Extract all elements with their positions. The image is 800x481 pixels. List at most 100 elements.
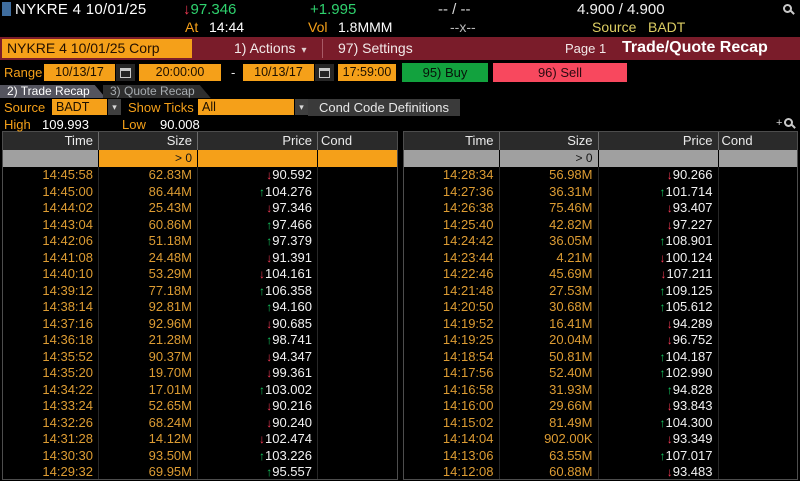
trade-row[interactable]: 14:34:22 17.01M ↑103.002 — [3, 382, 397, 399]
trade-size: 60.86M — [99, 217, 198, 234]
actions-menu[interactable]: 1) Actions▾ — [234, 39, 307, 60]
zoom-plus-icon[interactable]: + — [776, 117, 791, 129]
chevron-down-icon[interactable]: ▾ — [108, 99, 121, 115]
low-value: 90.008 — [160, 117, 200, 132]
trade-size: 52.40M — [500, 365, 599, 382]
end-time-field[interactable]: 17:59:00 — [338, 64, 396, 81]
cond-filter-field[interactable] — [318, 150, 397, 167]
time-filter-field[interactable] — [404, 150, 500, 167]
trade-price: ↑102.990 — [599, 365, 719, 382]
trade-cond — [318, 349, 397, 366]
trade-row[interactable]: 14:31:28 14.12M ↓102.474 — [3, 431, 397, 448]
price-value: 108.901 — [666, 233, 713, 248]
price-value: 93.407 — [673, 200, 713, 215]
trade-cond — [318, 233, 397, 250]
price-filter-field[interactable] — [599, 150, 719, 167]
chevron-down-icon: ▾ — [301, 45, 306, 56]
trade-row[interactable]: 14:16:58 31.93M ↑94.828 — [404, 382, 798, 399]
trade-cond — [318, 200, 397, 217]
trade-row[interactable]: 14:44:02 25.43M ↓97.346 — [3, 200, 397, 217]
trade-row[interactable]: 14:33:24 52.65M ↓90.216 — [3, 398, 397, 415]
show-ticks-select[interactable]: All — [198, 99, 294, 115]
trade-row[interactable]: 14:13:06 63.55M ↑107.017 — [404, 448, 798, 465]
buy-button[interactable]: 95) Buy — [402, 63, 488, 82]
trade-row[interactable]: 14:45:58 62.83M ↓90.592 — [3, 167, 397, 184]
trade-time: 14:32:26 — [3, 415, 99, 432]
trade-row[interactable]: 14:29:32 69.95M ↑95.557 — [3, 464, 397, 479]
start-date-field[interactable]: 10/13/17 — [44, 64, 115, 81]
col-header-size: Size — [500, 132, 599, 150]
trade-row[interactable]: 14:21:48 27.53M ↑109.125 — [404, 283, 798, 300]
trade-row[interactable]: 14:45:00 86.44M ↑104.276 — [3, 184, 397, 201]
trade-row[interactable]: 14:20:50 30.68M ↑105.612 — [404, 299, 798, 316]
trade-size: 19.70M — [99, 365, 198, 382]
trade-row[interactable]: 14:22:46 45.69M ↓107.211 — [404, 266, 798, 283]
trade-size: 45.69M — [500, 266, 599, 283]
tab-quote-recap[interactable]: 3) Quote Recap — [103, 85, 211, 98]
trade-row[interactable]: 14:43:04 60.86M ↑97.466 — [3, 217, 397, 234]
trade-price: ↑107.017 — [599, 448, 719, 465]
trade-price: ↑109.125 — [599, 283, 719, 300]
trade-row[interactable]: 14:17:56 52.40M ↑102.990 — [404, 365, 798, 382]
price-filter-field[interactable] — [198, 150, 318, 167]
start-time-field[interactable]: 20:00:00 — [139, 64, 221, 81]
cond-code-definitions-button[interactable]: Cond Code Definitions — [308, 99, 460, 116]
trade-row[interactable]: 14:32:26 68.24M ↓90.240 — [3, 415, 397, 432]
trade-time: 14:23:44 — [404, 250, 500, 267]
sell-button[interactable]: 96) Sell — [493, 63, 627, 82]
trade-row[interactable]: 14:23:44 4.21M ↓100.124 — [404, 250, 798, 267]
trade-row[interactable]: 14:15:02 81.49M ↑104.300 — [404, 415, 798, 432]
trade-cond — [719, 365, 798, 382]
trade-row[interactable]: 14:41:08 24.48M ↓91.391 — [3, 250, 397, 267]
tab-trade-recap[interactable]: 2) Trade Recap — [0, 85, 106, 98]
trade-time: 14:12:08 — [404, 464, 500, 479]
trade-row[interactable]: 14:19:52 16.41M ↓94.289 — [404, 316, 798, 333]
price-value: 109.125 — [666, 283, 713, 298]
size-filter-field[interactable]: > 0 — [500, 150, 599, 167]
trade-cond — [719, 200, 798, 217]
size-filter-field[interactable]: > 0 — [99, 150, 198, 167]
trade-price: ↓94.289 — [599, 316, 719, 333]
trade-row[interactable]: 14:25:40 42.82M ↓97.227 — [404, 217, 798, 234]
trade-size: 90.37M — [99, 349, 198, 366]
settings-menu[interactable]: 97) Settings — [338, 39, 413, 58]
trade-row[interactable]: 14:27:36 36.31M ↑101.714 — [404, 184, 798, 201]
price-value: 98.741 — [272, 332, 312, 347]
trade-price: ↑108.901 — [599, 233, 719, 250]
time-filter-field[interactable] — [3, 150, 99, 167]
trade-row[interactable]: 14:19:25 20.04M ↓96.752 — [404, 332, 798, 349]
trade-row[interactable]: 14:18:54 50.81M ↑104.187 — [404, 349, 798, 366]
trade-cond — [719, 316, 798, 333]
tab-strip: 2) Trade Recap 3) Quote Recap — [0, 85, 800, 98]
trade-time: 14:17:56 — [404, 365, 500, 382]
trade-row[interactable]: 14:26:38 75.46M ↓93.407 — [404, 200, 798, 217]
trade-row[interactable]: 14:16:00 29.66M ↓93.843 — [404, 398, 798, 415]
calendar-icon[interactable] — [116, 64, 135, 81]
trade-time: 14:45:58 — [3, 167, 99, 184]
trade-row[interactable]: 14:24:42 36.05M ↑108.901 — [404, 233, 798, 250]
trade-row[interactable]: 14:38:14 92.81M ↑94.160 — [3, 299, 397, 316]
trade-price: ↑103.002 — [198, 382, 318, 399]
trade-row[interactable]: 14:14:04 902.00K ↓93.349 — [404, 431, 798, 448]
trade-row[interactable]: 14:30:30 93.50M ↑103.226 — [3, 448, 397, 465]
trade-size: 36.31M — [500, 184, 599, 201]
trade-row[interactable]: 14:37:16 92.96M ↓90.685 — [3, 316, 397, 333]
search-icon[interactable] — [783, 4, 792, 13]
trade-row[interactable]: 14:40:10 53.29M ↓104.161 — [3, 266, 397, 283]
trade-cond — [318, 332, 397, 349]
trade-time: 14:31:28 — [3, 431, 99, 448]
trade-row[interactable]: 14:42:06 51.18M ↑97.379 — [3, 233, 397, 250]
cond-filter-field[interactable] — [719, 150, 798, 167]
source-select[interactable]: BADT — [52, 99, 107, 115]
trade-price: ↓100.124 — [599, 250, 719, 267]
calendar-icon[interactable] — [315, 64, 334, 81]
trade-row[interactable]: 14:36:18 21.28M ↑98.741 — [3, 332, 397, 349]
trade-row[interactable]: 14:12:08 60.88M ↓93.483 — [404, 464, 798, 479]
trade-row[interactable]: 14:35:52 90.37M ↓94.347 — [3, 349, 397, 366]
trade-row[interactable]: 14:39:12 77.18M ↑106.358 — [3, 283, 397, 300]
chevron-down-icon[interactable]: ▾ — [295, 99, 308, 115]
trade-tables: Time Size Price Cond > 0 14:45:58 62.83M… — [0, 131, 800, 480]
end-date-field[interactable]: 10/13/17 — [243, 64, 314, 81]
trade-row[interactable]: 14:28:34 56.98M ↓90.266 — [404, 167, 798, 184]
trade-row[interactable]: 14:35:20 19.70M ↓99.361 — [3, 365, 397, 382]
